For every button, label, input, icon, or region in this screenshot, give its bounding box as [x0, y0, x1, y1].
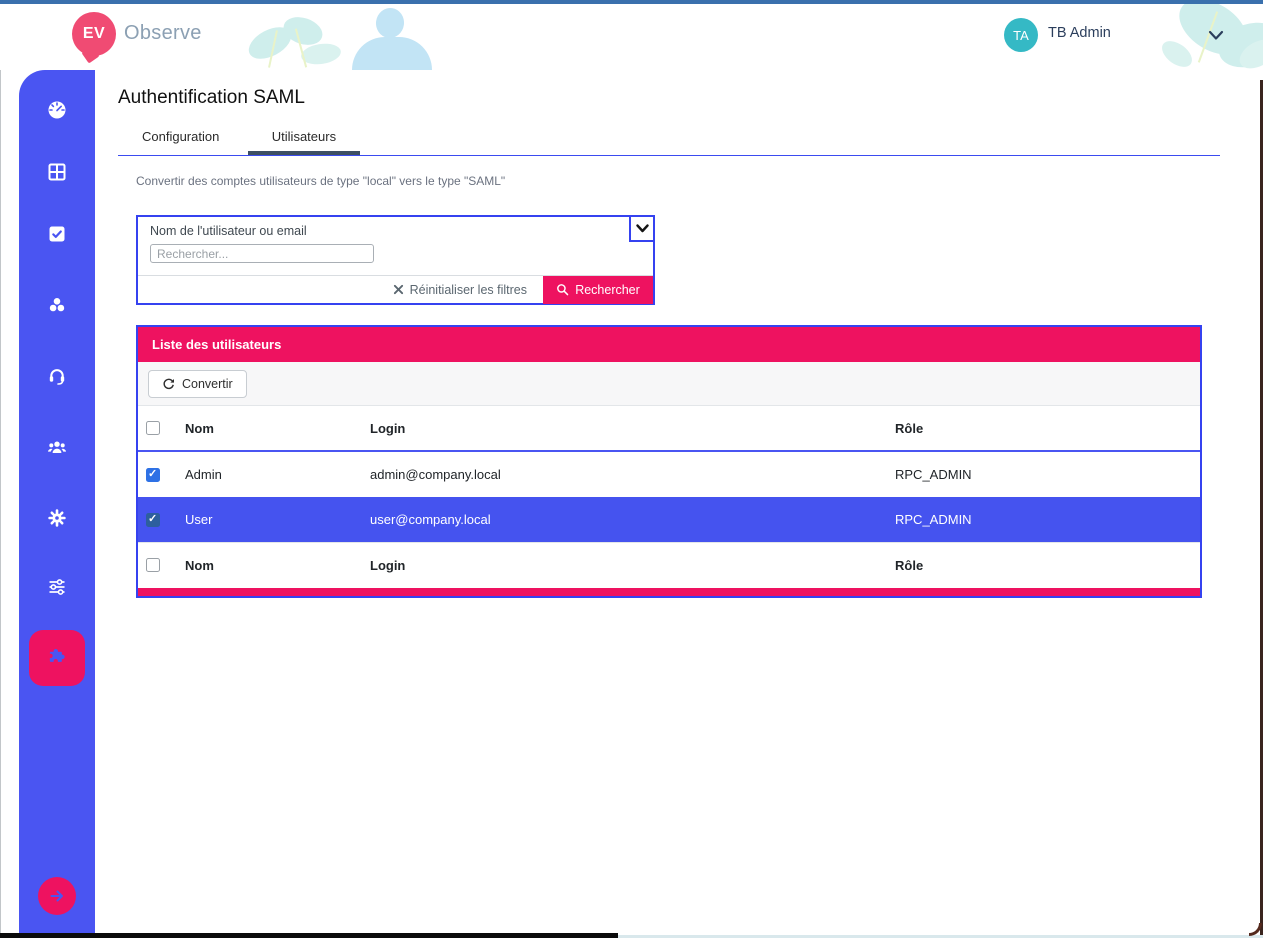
grid-icon [47, 162, 67, 182]
filter-actions: Réinitialiser les filtres Rechercher [138, 275, 653, 303]
cell-login: admin@company.local [370, 467, 895, 482]
column-header-nom: Nom [185, 421, 370, 436]
sidebar-item-integrations-active[interactable] [29, 630, 85, 686]
cell-login: user@company.local [370, 512, 895, 527]
footer-select-all-checkbox[interactable] [146, 558, 160, 572]
tab-configuration[interactable]: Configuration [118, 120, 243, 155]
logo-text: EV [72, 12, 116, 56]
user-group-icon [47, 437, 67, 457]
logout-button[interactable] [38, 877, 76, 915]
sidebar-item-tasks[interactable] [47, 224, 67, 244]
cell-name: Admin [185, 467, 370, 482]
convert-button-label: Convertir [182, 377, 233, 391]
search-icon [556, 283, 569, 296]
sidebar-item-support[interactable] [47, 366, 67, 386]
select-all-checkbox[interactable] [146, 421, 160, 435]
window-bottom-edge [0, 933, 618, 938]
sidebar-item-dashboard[interactable] [47, 100, 67, 120]
sidebar [19, 70, 95, 933]
refresh-icon [162, 377, 175, 390]
cell-role: RPC_ADMIN [895, 512, 1200, 527]
filter-collapse-toggle[interactable] [629, 217, 653, 242]
table-header-row: Nom Login Rôle [138, 406, 1200, 452]
avatar: TA [1004, 18, 1038, 52]
column-header-login: Login [370, 421, 895, 436]
search-button[interactable]: Rechercher [543, 276, 653, 304]
sidebar-item-settings[interactable] [47, 508, 67, 528]
row-checkbox[interactable] [146, 513, 160, 527]
user-name: TB Admin [1048, 25, 1111, 41]
convert-button[interactable]: Convertir [148, 370, 247, 398]
cell-name: User [185, 512, 370, 527]
panel-bottom-accent-bar [138, 588, 1200, 596]
window-left-edge [0, 70, 1, 933]
chevron-down-icon [1206, 25, 1226, 45]
chevron-down-icon [635, 222, 650, 235]
footer-column-nom: Nom [185, 558, 370, 573]
column-header-role: Rôle [895, 421, 1200, 436]
reset-filters-label: Réinitialiser les filtres [410, 283, 527, 297]
filter-panel: Nom de l'utilisateur ou email Réinitiali… [136, 215, 655, 305]
tab-bar: Configuration Utilisateurs [118, 120, 1220, 156]
user-menu[interactable]: TA TB Admin [1000, 14, 1236, 56]
sliders-icon [47, 577, 67, 597]
gear-icon [47, 508, 67, 528]
search-button-label: Rechercher [575, 283, 640, 297]
users-panel-title: Liste des utilisateurs [138, 327, 1200, 362]
users-panel: Liste des utilisateurs Convertir Nom Log… [136, 325, 1202, 598]
person-silhouette-decoration [352, 37, 432, 70]
tab-utilisateurs[interactable]: Utilisateurs [248, 120, 360, 155]
cell-role: RPC_ADMIN [895, 467, 1200, 482]
app-logo[interactable]: EV [72, 12, 116, 56]
filter-field-label: Nom de l'utilisateur ou email [150, 224, 307, 238]
footer-column-login: Login [370, 558, 895, 573]
window-top-bar [0, 0, 1263, 4]
table-footer-row: Nom Login Rôle [138, 542, 1200, 587]
cluster-icon [47, 295, 67, 315]
person-silhouette-decoration [374, 6, 406, 40]
sidebar-item-users[interactable] [47, 437, 67, 457]
app-window: EV Observe TA TB Admin [0, 0, 1263, 938]
footer-column-role: Rôle [895, 558, 1200, 573]
search-input[interactable] [150, 244, 374, 263]
x-icon [393, 284, 404, 295]
speedometer-icon [47, 100, 67, 120]
puzzle-icon [45, 646, 69, 670]
table-row-admin[interactable]: Admin admin@company.local RPC_ADMIN [138, 452, 1200, 497]
sidebar-item-services[interactable] [47, 295, 67, 315]
page-title: Authentification SAML [118, 87, 305, 109]
check-square-icon [47, 224, 67, 244]
reset-filters-button[interactable]: Réinitialiser les filtres [393, 283, 527, 297]
arrow-right-icon [47, 886, 67, 906]
row-checkbox[interactable] [146, 468, 160, 482]
headset-icon [47, 366, 67, 386]
page-description: Convertir des comptes utilisateurs de ty… [136, 174, 505, 188]
sidebar-item-apps[interactable] [47, 162, 67, 182]
sidebar-item-preferences[interactable] [47, 577, 67, 597]
users-panel-toolbar: Convertir [138, 362, 1200, 406]
brand-name: Observe [124, 22, 202, 45]
table-row-user-selected[interactable]: User user@company.local RPC_ADMIN [138, 497, 1200, 542]
